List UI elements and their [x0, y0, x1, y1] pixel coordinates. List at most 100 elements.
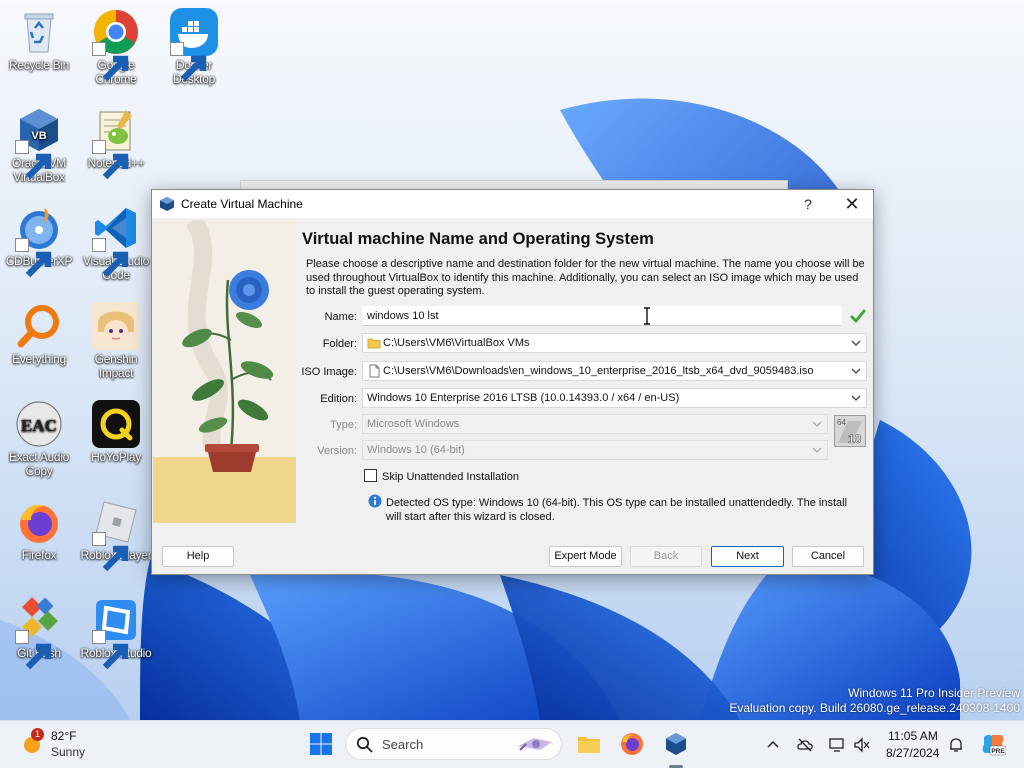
virtualbox-icon	[160, 197, 174, 211]
button-bar: Help Expert Mode Back Next Cancel	[152, 535, 873, 574]
shortcut-arrow-icon	[92, 42, 129, 82]
skip-unattended-checkbox[interactable]: Skip Unattended Installation	[364, 469, 519, 483]
desktop-icon-genshin-impact[interactable]: Genshin Impact	[78, 302, 154, 380]
checkbox-box[interactable]	[364, 469, 377, 482]
firefox-icon[interactable]	[619, 731, 645, 757]
desktop-icon-notepad-plus-plus[interactable]: Notepad++	[78, 106, 154, 180]
exact-audio-copy-icon: EAC	[16, 401, 62, 447]
folder-icon	[367, 338, 381, 349]
shortcut-arrow-icon	[92, 630, 129, 670]
search-label: Search	[382, 737, 424, 752]
edition-label: Edition:	[320, 393, 357, 405]
desktop-icon-virtualbox[interactable]: VB Oracle VM VirtualBox	[1, 106, 77, 184]
notification-bell-icon[interactable]	[947, 736, 965, 754]
edition-combo[interactable]: Windows 10 Enterprise 2016 LTSB (10.0.14…	[362, 388, 867, 408]
file-icon	[369, 364, 380, 378]
detected-os-info: Detected OS type: Windows 10 (64-bit). T…	[386, 497, 848, 523]
desktop-icon-docker-desktop[interactable]: Docker Desktop	[156, 8, 232, 86]
file-explorer-icon[interactable]	[576, 731, 602, 757]
watermark-line-1: Windows 11 Pro Insider Preview	[848, 686, 1020, 700]
plant-illustration	[153, 220, 296, 523]
page-description: Please choose a descriptive name and des…	[306, 258, 865, 297]
os-type-icon: 64 10	[834, 415, 866, 447]
type-label: Type:	[330, 419, 357, 431]
search-icon	[356, 736, 373, 753]
desktop-icon-roblox-player[interactable]: Roblox Player	[78, 498, 154, 572]
search-highlight-icon	[518, 738, 552, 751]
desktop-icon-label: HoYoPlay	[91, 450, 141, 464]
desktop-icon-everything[interactable]: Everything	[1, 302, 77, 366]
watermark-line-2: Evaluation copy. Build 26080.ge_release.…	[729, 701, 1020, 715]
clock-date[interactable]: 8/27/2024	[886, 746, 939, 760]
windows-start-icon[interactable]	[308, 731, 334, 757]
version-combo: Windows 10 (64-bit)	[362, 440, 828, 460]
copilot-icon[interactable]: PRE	[980, 731, 1006, 757]
back-button[interactable]: Back	[630, 546, 702, 567]
help-button[interactable]: Help	[162, 546, 234, 567]
chevron-down-icon[interactable]	[850, 392, 862, 404]
create-vm-dialog: Create Virtual Machine ? ✕ Virtual machi…	[151, 189, 874, 575]
desktop-icon-label: Recycle Bin	[8, 58, 70, 72]
genshin-impact-icon	[92, 302, 140, 350]
dialog-titlebar[interactable]: Create Virtual Machine ? ✕	[152, 190, 873, 218]
help-question-button[interactable]: ?	[798, 194, 818, 214]
clock-time[interactable]: 11:05 AM	[888, 729, 938, 743]
version-label: Version:	[317, 445, 357, 457]
name-input[interactable]: windows 10 lst	[362, 306, 842, 326]
close-button[interactable]: ✕	[840, 194, 864, 214]
shortcut-arrow-icon	[92, 238, 129, 278]
network-monitor-icon[interactable]	[828, 736, 846, 754]
type-value: Microsoft Windows	[367, 418, 460, 430]
chevron-down-icon	[812, 421, 822, 427]
firefox-icon	[20, 504, 58, 543]
virtualbox-icon[interactable]	[663, 731, 689, 757]
cancel-button[interactable]: Cancel	[792, 546, 864, 567]
desktop-icon-exact-audio-copy[interactable]: EAC Exact Audio Copy	[1, 400, 77, 478]
desktop-icon-label: Exact Audio Copy	[8, 450, 70, 478]
weather-badge: 1	[31, 728, 44, 741]
expert-mode-button[interactable]: Expert Mode	[549, 546, 622, 567]
copilot-badge: PRE	[991, 748, 1005, 755]
chevron-down-icon[interactable]	[850, 365, 862, 377]
chevron-down-icon	[812, 447, 822, 453]
weather-temperature: 82°F	[51, 729, 77, 743]
desktop-icon-vscode[interactable]: Visual Studio Code	[78, 204, 154, 282]
folder-combo[interactable]: C:\Users\VM6\VirtualBox VMs	[362, 333, 867, 353]
next-button[interactable]: Next	[711, 546, 784, 567]
desktop-icon-hoyoplay[interactable]: HoYoPlay	[78, 400, 154, 464]
skip-unattended-label: Skip Unattended Installation	[382, 471, 519, 483]
desktop-icon-google-chrome[interactable]: Google Chrome	[78, 8, 154, 86]
desktop-icon-firefox[interactable]: Firefox	[1, 498, 77, 562]
version-value: Windows 10 (64-bit)	[367, 444, 465, 456]
text-cursor-icon	[644, 307, 650, 325]
dialog-title: Create Virtual Machine	[181, 197, 303, 211]
desktop-icon-label: Firefox	[21, 548, 57, 562]
evaluation-watermark: Windows 11 Pro Insider Preview Evaluatio…	[729, 686, 1020, 716]
everything-search-icon	[17, 305, 59, 348]
iso-image-combo[interactable]: C:\Users\VM6\Downloads\en_windows_10_ent…	[362, 361, 867, 381]
desktop-icon-git-bash[interactable]: Git Bash	[1, 596, 77, 670]
iso-image-value: C:\Users\VM6\Downloads\en_windows_10_ent…	[383, 365, 814, 377]
name-label: Name:	[324, 311, 357, 323]
weather-condition: Sunny	[51, 745, 86, 759]
folder-value: C:\Users\VM6\VirtualBox VMs	[383, 337, 530, 349]
page-heading: Virtual machine Name and Operating Syste…	[302, 230, 654, 248]
type-combo: Microsoft Windows	[362, 414, 828, 434]
cloud-offline-icon[interactable]	[796, 736, 814, 754]
chevron-down-icon[interactable]	[850, 337, 862, 349]
volume-muted-icon[interactable]	[853, 736, 871, 754]
recycle-bin-icon	[24, 13, 54, 53]
svg-text:EAC: EAC	[21, 416, 57, 435]
info-icon	[368, 494, 382, 508]
shortcut-arrow-icon	[15, 630, 52, 670]
desktop-icon-label: Genshin Impact	[94, 352, 138, 380]
desktop-icon-recycle-bin[interactable]: Recycle Bin	[1, 8, 77, 72]
folder-label: Folder:	[322, 338, 357, 350]
desktop-icon-roblox-studio[interactable]: Roblox Studio	[78, 596, 154, 670]
desktop-icon-cdburnerxp[interactable]: CDBurnerXP	[1, 204, 77, 278]
taskbar-search-box[interactable]: Search	[345, 728, 562, 760]
chevron-up-icon[interactable]	[764, 736, 782, 754]
hoyoplay-icon	[92, 400, 140, 448]
shortcut-arrow-icon	[15, 140, 52, 180]
shortcut-arrow-icon	[92, 140, 129, 180]
